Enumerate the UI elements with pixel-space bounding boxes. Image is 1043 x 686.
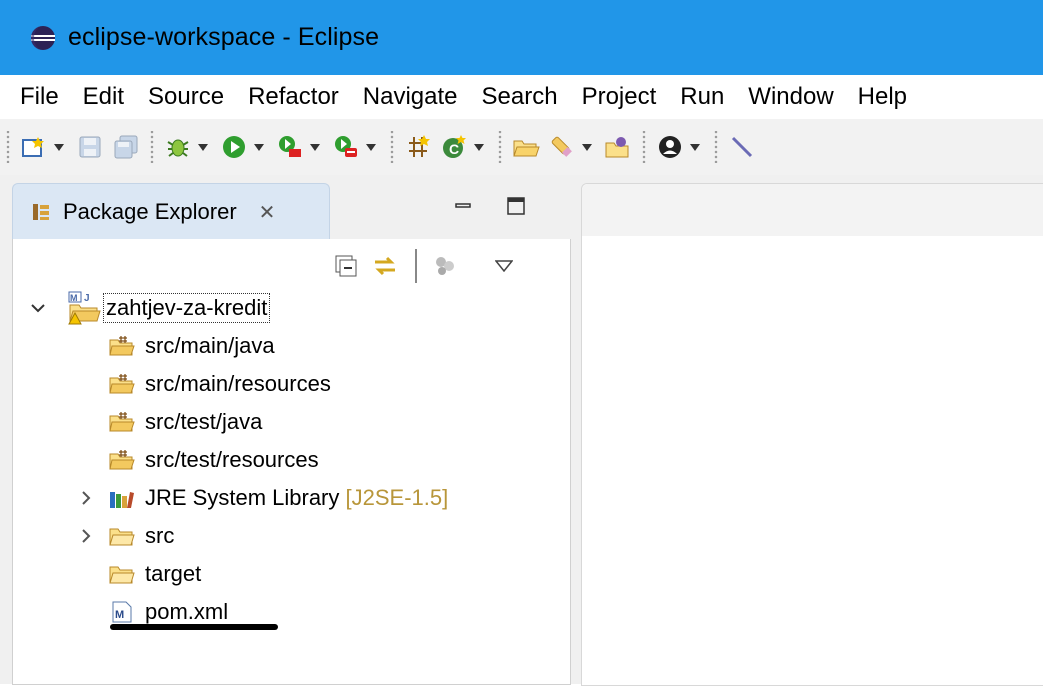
view-toolbar [333, 249, 513, 283]
tree-project-label: zahtjev-za-kredit [103, 293, 271, 323]
folder-icon [109, 566, 135, 584]
chevron-right-icon[interactable] [77, 527, 95, 545]
svg-text:J: J [84, 293, 90, 304]
menu-window[interactable]: Window [736, 75, 845, 119]
tree-item[interactable]: JRE System Library [J2SE-1.5] [13, 479, 570, 517]
menu-source[interactable]: Source [136, 75, 236, 119]
tree-item[interactable]: src [13, 517, 570, 555]
library-label: JRE System Library [145, 485, 340, 510]
run-icon[interactable] [219, 132, 249, 162]
toolbar-separator [714, 131, 718, 163]
source-folder-icon [109, 450, 135, 470]
save-all-icon[interactable] [111, 132, 141, 162]
tree-item-label: pom.xml [145, 599, 229, 624]
tree-item[interactable]: target [13, 555, 570, 593]
user-icon[interactable] [655, 132, 685, 162]
window-titlebar: eclipse-workspace - Eclipse [0, 0, 1043, 75]
editor-pane [581, 183, 1043, 686]
chevron-right-icon[interactable] [77, 489, 95, 507]
toolbar-separator [642, 131, 646, 163]
menu-refactor[interactable]: Refactor [236, 75, 351, 119]
tree-item-label: src/test/resources [145, 447, 319, 472]
menu-help[interactable]: Help [846, 75, 919, 119]
open-perspective-icon[interactable] [603, 132, 633, 162]
tree-item-label: JRE System Library [J2SE-1.5] [145, 485, 448, 511]
tree-item-label: target [145, 561, 202, 586]
toolbar-separator [150, 131, 154, 163]
tree-item-label: src [145, 523, 175, 548]
source-folder-icon [109, 412, 135, 432]
tree-item[interactable]: src/test/resources [13, 441, 570, 479]
toolbar-separator [6, 131, 10, 163]
run-dropdown-icon[interactable] [252, 132, 266, 162]
chevron-down-icon[interactable] [29, 299, 47, 317]
svg-text:C: C [449, 141, 459, 157]
debug-dropdown-icon[interactable] [196, 132, 210, 162]
maximize-icon[interactable] [507, 197, 525, 215]
menu-search[interactable]: Search [470, 75, 570, 119]
collapse-all-icon[interactable] [333, 253, 359, 279]
menu-navigate[interactable]: Navigate [351, 75, 470, 119]
editor-tab-strip [582, 184, 1043, 236]
tree-item[interactable]: src/test/java [13, 403, 570, 441]
link-with-editor-icon[interactable] [371, 252, 399, 280]
tree-item[interactable]: src/main/resources [13, 365, 570, 403]
library-icon [110, 492, 134, 508]
maven-file-icon: M [112, 601, 132, 623]
search-icon[interactable] [547, 132, 577, 162]
source-folder-icon [109, 374, 135, 394]
menu-edit[interactable]: Edit [71, 75, 136, 119]
pin-icon[interactable] [727, 132, 757, 162]
tab-package-explorer[interactable]: Package Explorer ✕ [12, 183, 330, 240]
new-wizard-icon[interactable] [19, 132, 49, 162]
annotation-underline [110, 624, 278, 630]
user-dropdown-icon[interactable] [688, 132, 702, 162]
new-class-icon[interactable]: C [439, 132, 469, 162]
package-explorer-body: M J zahtjev-za-kredit src/main/java src/… [12, 239, 571, 685]
view-controls [455, 197, 525, 215]
filter-icon[interactable] [433, 254, 457, 278]
tree-item-label: src/main/resources [145, 371, 331, 396]
source-folder-icon [109, 336, 135, 356]
toolbar-separator [498, 131, 502, 163]
tree-project-row[interactable]: M J zahtjev-za-kredit [13, 289, 570, 327]
menu-bar: File Edit Source Refactor Navigate Searc… [0, 75, 1043, 119]
tree-item-label: src/main/java [145, 333, 275, 358]
minimize-icon[interactable] [455, 198, 471, 214]
package-explorer-icon [33, 204, 49, 220]
folder-icon [109, 528, 135, 546]
close-icon[interactable]: ✕ [259, 200, 276, 225]
menu-project[interactable]: Project [570, 75, 669, 119]
main-toolbar: C [0, 119, 1043, 175]
new-wizard-dropdown-icon[interactable] [52, 132, 66, 162]
run-last-tool-dropdown-icon[interactable] [308, 132, 322, 162]
menu-file[interactable]: File [0, 75, 71, 119]
editor-area [575, 175, 1043, 686]
open-type-icon[interactable] [403, 132, 433, 162]
view-menu-icon[interactable] [495, 260, 513, 272]
svg-text:M: M [115, 609, 124, 621]
tree-item[interactable]: src/main/java [13, 327, 570, 365]
window-title: eclipse-workspace - Eclipse [68, 23, 380, 51]
library-version-decoration: [J2SE-1.5] [339, 485, 449, 510]
menu-run[interactable]: Run [668, 75, 736, 119]
toolbar-separator [390, 131, 394, 163]
open-task-icon[interactable] [511, 132, 541, 162]
eclipse-logo-icon [31, 25, 55, 50]
package-explorer-view: Package Explorer ✕ M J zahtjev-za-kredit… [0, 175, 575, 685]
tab-label: Package Explorer [63, 199, 237, 224]
tree-item-label: src/test/java [145, 409, 263, 434]
external-tools-dropdown-icon[interactable] [364, 132, 378, 162]
debug-icon[interactable] [163, 132, 193, 162]
tree-item[interactable]: M pom.xml [13, 593, 570, 631]
save-icon[interactable] [75, 132, 105, 162]
run-last-tool-icon[interactable] [275, 132, 305, 162]
view-toolbar-separator [415, 249, 417, 283]
svg-text:M: M [70, 293, 78, 303]
maven-project-icon: M J [68, 291, 101, 325]
new-class-dropdown-icon[interactable] [472, 132, 486, 162]
search-dropdown-icon[interactable] [580, 132, 594, 162]
external-tools-icon[interactable] [331, 132, 361, 162]
project-tree: M J zahtjev-za-kredit src/main/java src/… [13, 289, 570, 631]
